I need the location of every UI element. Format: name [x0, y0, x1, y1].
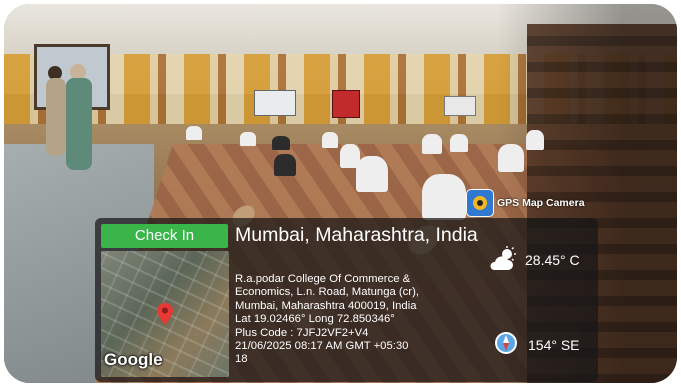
- app-name: GPS Map Camera: [497, 197, 585, 209]
- cloud-sun-icon: [490, 246, 516, 270]
- timestamp-continued: 18: [235, 353, 248, 366]
- participant: [186, 126, 202, 140]
- participant: [274, 154, 296, 176]
- instructor: [66, 78, 92, 170]
- participant: [422, 134, 442, 154]
- address-block: R.a.podar College Of Commerce & Economic…: [235, 273, 490, 367]
- participant: [422, 174, 466, 220]
- address-line: R.a.podar College Of Commerce &: [235, 273, 411, 285]
- banner-white: [254, 90, 296, 116]
- plus-code: Plus Code : 7JFJ2VF2+V4: [235, 326, 369, 339]
- timestamp: 21/06/2025 08:17 AM GMT +05:30: [235, 340, 409, 353]
- participant: [498, 144, 524, 172]
- participant: [240, 132, 256, 146]
- participant: [526, 130, 544, 150]
- compass-bearing: 154° SE: [528, 337, 580, 353]
- google-logo: Google: [104, 350, 163, 369]
- address-line: Economics, L.n. Road, Matunga (cr),: [235, 286, 419, 299]
- check-in-button[interactable]: Check In: [101, 224, 228, 248]
- temperature: 28.45° C: [525, 252, 580, 268]
- address-line: Mumbai, Maharashtra 400019, India: [235, 299, 417, 312]
- instructor: [46, 78, 66, 156]
- banner-white-right: [444, 96, 476, 116]
- map-pin-icon: [157, 303, 173, 325]
- compass-icon: [495, 332, 517, 354]
- place-title: Mumbai, Maharashtra, India: [235, 224, 478, 246]
- gps-map-camera-icon: [466, 189, 494, 217]
- participant: [356, 156, 388, 192]
- banner-red: [332, 90, 360, 118]
- coordinates: Lat 19.02466° Long 72.850346°: [235, 313, 395, 326]
- participant: [322, 132, 338, 148]
- participant: [450, 134, 468, 152]
- participant: [272, 136, 290, 150]
